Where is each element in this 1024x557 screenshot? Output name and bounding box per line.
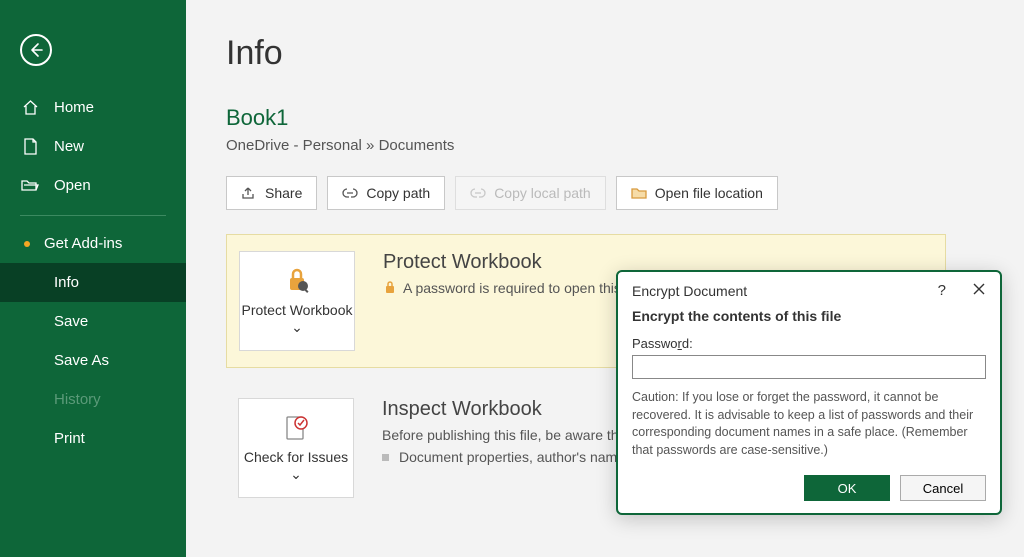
sidebar-item-home[interactable]: Home (0, 88, 186, 127)
protect-workbook-button[interactable]: Protect Workbook ⌄ (239, 251, 355, 351)
file-name: Book1 (226, 105, 1024, 131)
sidebar-item-save-as[interactable]: Save As (0, 341, 186, 380)
dialog-close-button[interactable] (972, 282, 986, 300)
encrypt-document-dialog: Encrypt Document ? Encrypt the contents … (616, 270, 1002, 515)
back-arrow-icon (28, 42, 44, 58)
sidebar-item-label: Save (54, 313, 88, 330)
link-icon (342, 187, 358, 199)
password-label: Password: (632, 336, 986, 351)
password-input[interactable] (632, 355, 986, 379)
home-icon (20, 99, 40, 116)
copy-path-button[interactable]: Copy path (327, 176, 445, 210)
sidebar-item-label: New (54, 138, 84, 155)
button-label: Share (265, 185, 302, 201)
page-title: Info (226, 34, 1024, 73)
sidebar-item-open[interactable]: Open (0, 166, 186, 205)
lock-icon (282, 266, 312, 296)
button-label: Protect Workbook ⌄ (240, 302, 354, 336)
sidebar-item-info[interactable]: Info (0, 263, 186, 302)
sidebar-item-label: Open (54, 177, 91, 194)
dialog-heading: Encrypt the contents of this file (632, 308, 986, 324)
chevron-down-icon: ⌄ (291, 319, 303, 335)
sidebar-item-label: History (54, 391, 101, 408)
copy-local-path-button: Copy local path (455, 176, 606, 210)
back-button[interactable] (20, 34, 52, 66)
sidebar-item-label: Print (54, 430, 85, 447)
new-icon (20, 138, 40, 155)
sidebar-item-print[interactable]: Print (0, 419, 186, 458)
folder-icon (631, 187, 647, 200)
ok-button[interactable]: OK (804, 475, 890, 501)
link-icon (470, 187, 486, 199)
sidebar-item-save[interactable]: Save (0, 302, 186, 341)
open-icon (20, 178, 40, 193)
lock-small-icon (383, 281, 397, 295)
open-file-location-button[interactable]: Open file location (616, 176, 778, 210)
close-icon (972, 282, 986, 296)
share-button[interactable]: Share (226, 176, 317, 210)
sidebar-item-label: Save As (54, 352, 109, 369)
sidebar-item-get-addins[interactable]: Get Add-ins (0, 224, 186, 263)
chevron-down-icon: ⌄ (290, 466, 302, 482)
share-icon (241, 186, 257, 200)
button-label: Copy local path (494, 185, 591, 201)
document-check-icon (281, 413, 311, 443)
sidebar-item-label: Home (54, 99, 94, 116)
sidebar-item-history: History (0, 380, 186, 419)
sidebar-divider (20, 215, 166, 216)
sidebar-item-label: Info (54, 274, 79, 291)
addins-dot-icon (24, 241, 30, 247)
bullet-icon (382, 454, 389, 461)
action-row: Share Copy path Copy local path Open fil… (226, 176, 1024, 210)
sidebar-item-label: Get Add-ins (44, 235, 122, 252)
dialog-help-button[interactable]: ? (938, 282, 946, 300)
cancel-button[interactable]: Cancel (900, 475, 986, 501)
dialog-title: Encrypt Document (632, 283, 747, 299)
check-for-issues-button[interactable]: Check for Issues ⌄ (238, 398, 354, 498)
button-label: Check for Issues ⌄ (239, 449, 353, 483)
backstage-sidebar: Home New Open Get Add-ins Info Save Save… (0, 0, 186, 557)
sidebar-item-new[interactable]: New (0, 127, 186, 166)
button-label: Copy path (366, 185, 430, 201)
button-label: Open file location (655, 185, 763, 201)
breadcrumb[interactable]: OneDrive - Personal » Documents (226, 137, 1024, 154)
caution-text: Caution: If you lose or forget the passw… (632, 389, 986, 459)
